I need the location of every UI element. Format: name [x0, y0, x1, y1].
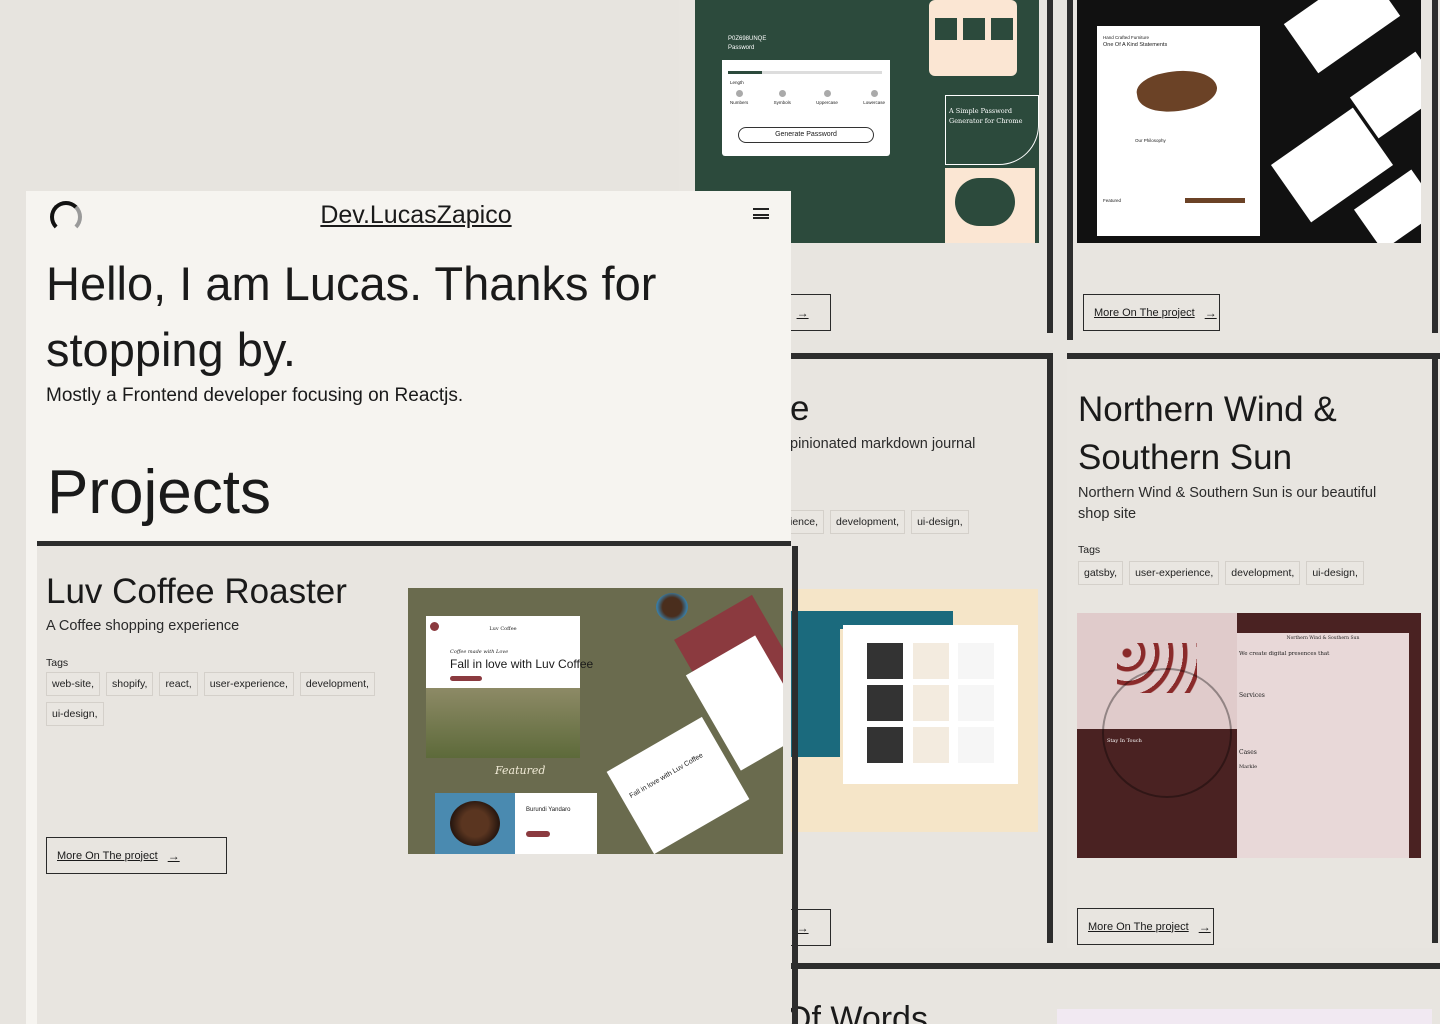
- furniture-kicker: Hand Crafted Furniture: [1103, 35, 1150, 40]
- project-card-luv-coffee: Luv Coffee Roaster A Coffee shopping exp…: [37, 541, 798, 1024]
- arrow-right-icon: →: [1198, 919, 1211, 934]
- option-numbers[interactable]: Numbers: [730, 90, 748, 105]
- project-description: Northern Wind & Southern Sun is our beau…: [1078, 485, 1377, 522]
- tag-list: web-site, shopify, react, user-experienc…: [46, 672, 376, 726]
- luv-product: Burundi Yandaro: [526, 807, 571, 813]
- nw-case-markle: Markle: [1239, 764, 1258, 770]
- luv-coffee-screenshot: Luv Coffee Coffee made with Love Fall in…: [408, 588, 783, 854]
- divider: [1047, 0, 1053, 333]
- tag: shopify,: [106, 672, 154, 696]
- more-button-northern-wind[interactable]: More On The project →: [1077, 908, 1214, 945]
- project-title: e: [790, 389, 810, 428]
- tags-label: Tags: [1078, 544, 1101, 556]
- furniture-screenshot: Hand Crafted Furniture One Of A Kind Sta…: [1077, 0, 1421, 243]
- password-side-title: A Simple Password Generator for Chrome: [949, 107, 1023, 125]
- furniture-philosophy: Our Philosophy: [1135, 138, 1166, 143]
- divider: [1432, 353, 1438, 943]
- hamburger-icon[interactable]: [753, 208, 769, 219]
- divider: [1432, 0, 1438, 333]
- northern-wind-screenshot: Northern Wind & Southern Sun We create d…: [1077, 613, 1421, 858]
- luv-tagline: Coffee made with Love: [450, 649, 509, 655]
- project-description: pinionated markdown journal: [790, 436, 976, 452]
- tag: ui-design,: [1306, 561, 1364, 585]
- tag-list: gatsby, user-experience, development, ui…: [1078, 561, 1364, 585]
- tag: ui-design,: [46, 702, 104, 726]
- hero-subtitle: Mostly a Frontend developer focusing on …: [46, 385, 464, 406]
- tag: gatsby,: [1078, 561, 1124, 585]
- furniture-featured: Featured: [1103, 198, 1122, 203]
- hero-greeting: Hello, I am Lucas. Thanks for stopping b…: [46, 257, 657, 376]
- tag-list: ience, development, ui-design,: [790, 510, 969, 534]
- tag: ience,: [790, 510, 825, 534]
- nw-blurb: We create digital presences that: [1239, 651, 1330, 657]
- luv-brand: Luv Coffee: [489, 626, 517, 632]
- project-title: Of Words: [785, 1000, 928, 1024]
- tag: user-experience,: [203, 672, 294, 696]
- arrow-right-icon: →: [796, 920, 809, 935]
- option-lowercase[interactable]: Lowercase: [863, 90, 885, 105]
- nw-services: Services: [1239, 692, 1265, 699]
- more-button-furniture[interactable]: More On The project →: [1083, 294, 1220, 331]
- nw-header: Northern Wind & Southern Sun: [1286, 636, 1360, 641]
- tags-label: Tags: [46, 657, 69, 669]
- password-panel: P0Z698UNQE Password Length Numbers Symbo…: [722, 30, 890, 156]
- projects-heading: Projects: [47, 458, 271, 527]
- tag: development,: [299, 672, 375, 696]
- generated-password: P0Z698UNQE: [728, 36, 767, 42]
- arrow-right-icon: →: [1204, 305, 1217, 320]
- furniture-headline: One Of A Kind Statements: [1103, 42, 1168, 48]
- project-card-northern-wind: Northern Wind & Southern Sun Northern Wi…: [1067, 353, 1440, 948]
- project-card-furniture: Hand Crafted Furniture One Of A Kind Sta…: [1067, 0, 1440, 340]
- project-description: A Coffee shopping experience: [46, 618, 240, 634]
- portfolio-page: Dev.LucasZapico Hello, I am Lucas. Thank…: [26, 191, 798, 1024]
- luv-featured: Featured: [495, 764, 546, 777]
- arrow-right-icon: →: [167, 848, 180, 863]
- arrow-right-icon: →: [796, 305, 809, 320]
- divider: [1047, 353, 1053, 943]
- tag: development,: [830, 510, 906, 534]
- generate-password-button[interactable]: Generate Password: [738, 127, 874, 143]
- tag: development,: [1225, 561, 1301, 585]
- tag: react,: [159, 672, 198, 696]
- tag: web-site,: [46, 672, 101, 696]
- nw-cases: Cases: [1239, 749, 1257, 756]
- journal-screenshot: [790, 589, 1038, 832]
- luv-headline: Fall in love with Luv Coffee: [450, 657, 594, 671]
- luv-diagonal-headline: Fall in love with Luv Coffee: [628, 752, 705, 800]
- tag: ui-design,: [911, 510, 969, 534]
- password-field-label: Password: [728, 45, 755, 51]
- project-title: Northern Wind & Southern Sun: [1078, 390, 1337, 477]
- divider: [792, 546, 798, 1024]
- more-button-luv-coffee[interactable]: More On The project →: [46, 837, 227, 874]
- site-name[interactable]: Dev.LucasZapico: [26, 201, 806, 230]
- tag: user-experience,: [1129, 561, 1220, 585]
- option-symbols[interactable]: Symbols: [774, 90, 791, 105]
- length-label: Length: [730, 80, 744, 85]
- project-title: Luv Coffee Roaster: [46, 572, 347, 611]
- option-uppercase[interactable]: Uppercase: [816, 90, 838, 105]
